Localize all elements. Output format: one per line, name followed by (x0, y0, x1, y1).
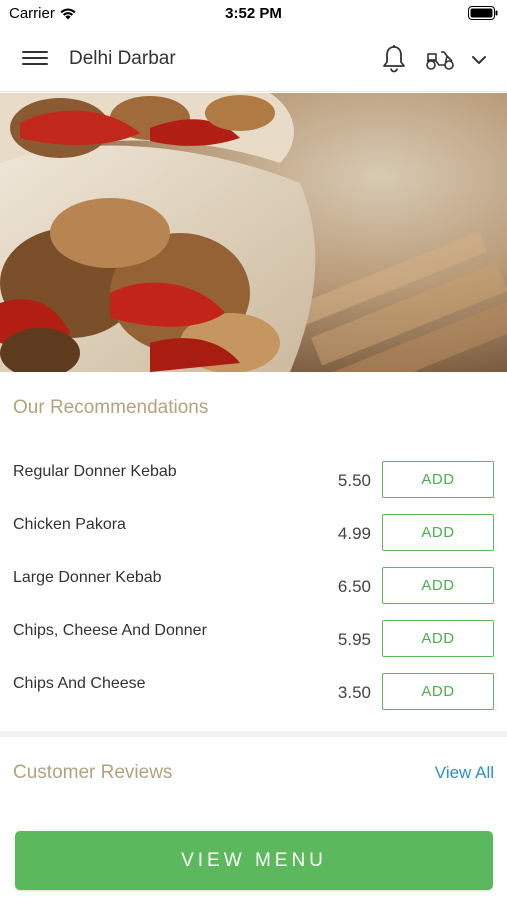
view-all-reviews-link[interactable]: View All (435, 763, 494, 783)
menu-item-name: Chips, Cheese And Donner (13, 622, 207, 639)
hero-wrap-illustration (0, 93, 507, 372)
status-time: 3:52 PM (225, 5, 282, 22)
menu-item-name: Large Donner Kebab (13, 569, 162, 586)
delivery-scooter-icon[interactable] (424, 46, 456, 72)
add-button[interactable]: ADD (382, 567, 494, 604)
menu-item-name: Chips And Cheese (13, 675, 146, 692)
hamburger-menu-icon[interactable] (22, 47, 48, 73)
menu-item-name: Chicken Pakora (13, 516, 126, 533)
menu-item-price: 6.50 (337, 577, 371, 596)
menu-item-price: 5.95 (337, 630, 371, 649)
add-button[interactable]: ADD (382, 673, 494, 710)
menu-item: Regular Donner Kebab 5.50 ADD (0, 461, 507, 516)
add-button[interactable]: ADD (382, 514, 494, 551)
menu-item: Chips And Cheese 3.50 ADD (0, 673, 507, 728)
add-button[interactable]: ADD (382, 461, 494, 498)
battery-icon (468, 6, 498, 20)
menu-item: Large Donner Kebab 6.50 ADD (0, 567, 507, 622)
reviews-section: Customer Reviews View All (0, 737, 507, 817)
menu-item: Chips, Cheese And Donner 5.95 ADD (0, 620, 507, 675)
restaurant-title: Delhi Darbar (69, 48, 176, 69)
status-bar: Carrier 3:52 PM (0, 0, 507, 28)
menu-item-price: 5.50 (337, 471, 371, 490)
menu-item-price: 4.99 (337, 524, 371, 543)
chevron-down-icon[interactable] (469, 50, 489, 70)
bell-icon[interactable] (380, 44, 408, 74)
view-menu-button[interactable]: VIEW MENU (15, 831, 493, 890)
menu-item-price: 3.50 (337, 683, 371, 702)
recommendations-section: Our Recommendations Regular Donner Kebab… (0, 372, 507, 732)
reviews-title: Customer Reviews (13, 762, 173, 783)
hero-food-image (0, 93, 507, 372)
add-button[interactable]: ADD (382, 620, 494, 657)
recommendations-title: Our Recommendations (13, 397, 209, 418)
app-header: Delhi Darbar (0, 28, 507, 92)
menu-item: Chicken Pakora 4.99 ADD (0, 514, 507, 569)
menu-item-name: Regular Donner Kebab (13, 463, 177, 480)
